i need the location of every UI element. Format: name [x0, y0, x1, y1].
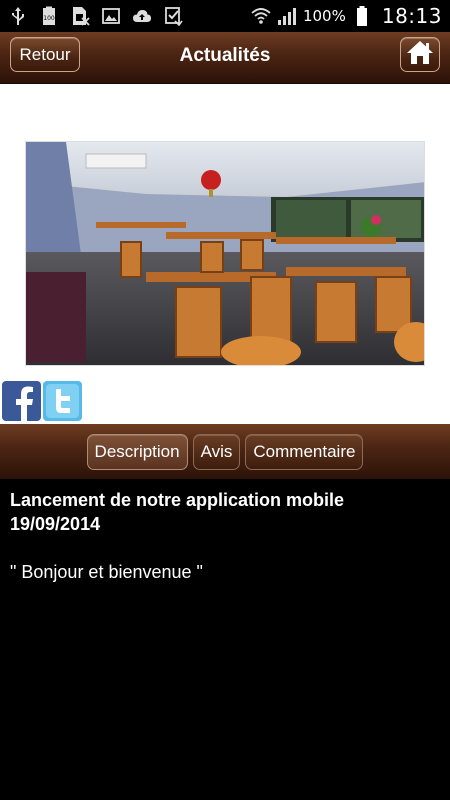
wifi-icon	[251, 6, 271, 26]
article-date: 19/09/2014	[10, 514, 101, 534]
article-body: " Bonjour et bienvenue "	[10, 562, 203, 582]
check-download-icon	[163, 6, 183, 26]
page-title: Actualités	[179, 45, 271, 66]
battery-percent: 100%	[302, 7, 346, 25]
battery-100-icon: 100	[39, 6, 59, 26]
tab-commentaire[interactable]: Commentaire	[245, 433, 364, 470]
svg-text:100: 100	[43, 15, 55, 22]
battery-icon	[352, 6, 372, 26]
status-bar: 100 100% 18:13	[0, 0, 450, 32]
tab-avis[interactable]: Avis	[192, 433, 241, 470]
twitter-icon[interactable]	[43, 381, 82, 421]
sim-icon	[70, 6, 90, 26]
usb-icon	[8, 6, 28, 26]
news-article: Lancement de notre application mobile 19…	[10, 488, 440, 584]
app-header: Retour Actualités	[0, 32, 450, 84]
content-area	[0, 84, 450, 424]
home-icon	[406, 39, 434, 70]
restaurant-photo	[25, 141, 425, 366]
tab-description[interactable]: Description	[86, 433, 188, 470]
tab-bar: Description Avis Commentaire	[0, 424, 450, 479]
cloud-upload-icon	[132, 6, 152, 26]
back-button[interactable]: Retour	[10, 37, 80, 72]
facebook-icon[interactable]	[2, 381, 41, 421]
image-icon	[101, 6, 121, 26]
article-title: Lancement de notre application mobile	[10, 490, 345, 510]
clock: 18:13	[381, 4, 442, 28]
social-links	[2, 381, 82, 421]
signal-icon	[277, 6, 297, 26]
home-button[interactable]	[400, 37, 440, 72]
